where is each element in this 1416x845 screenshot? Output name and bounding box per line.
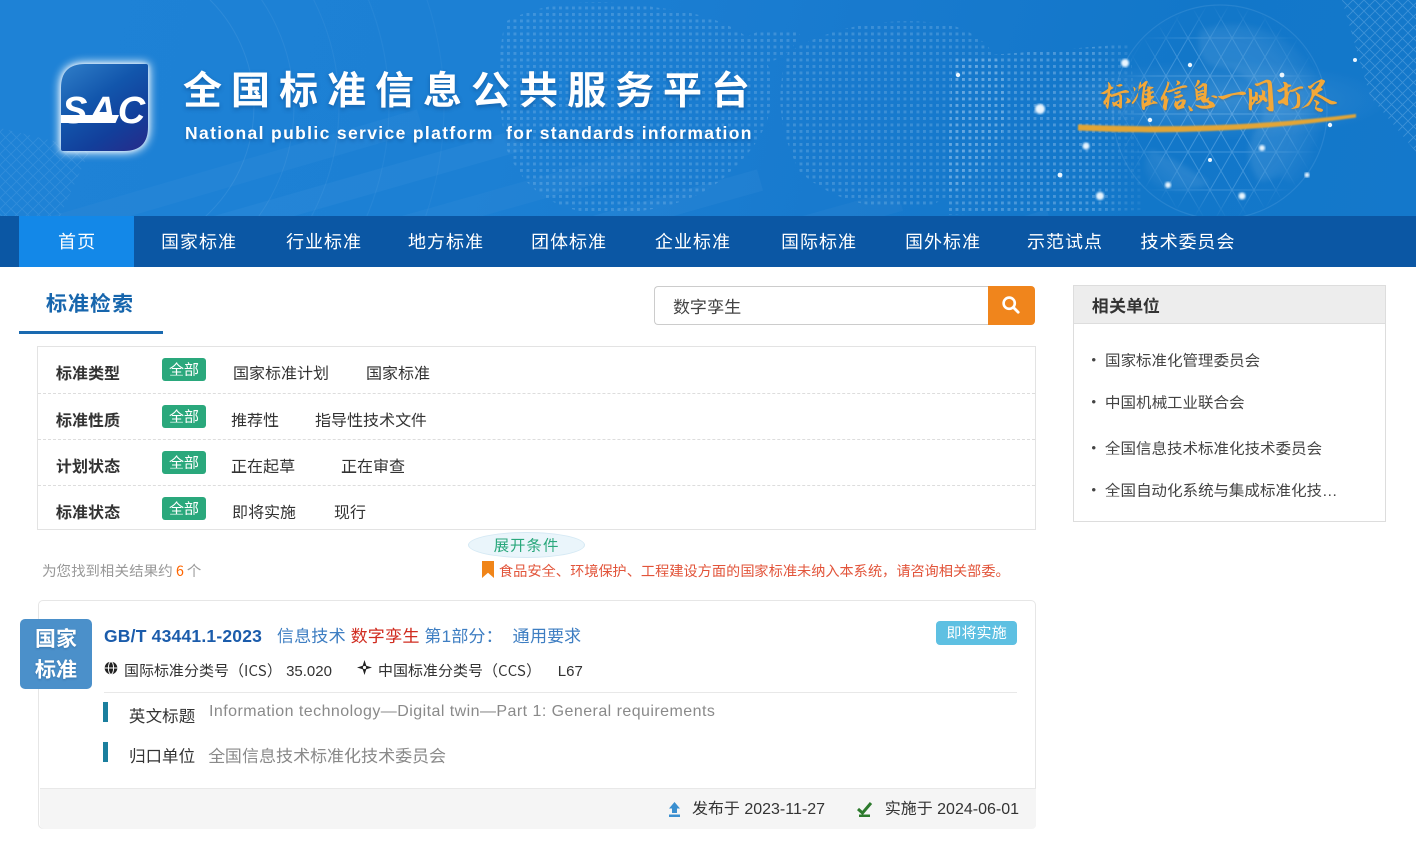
svg-text:SAC: SAC — [62, 90, 147, 132]
